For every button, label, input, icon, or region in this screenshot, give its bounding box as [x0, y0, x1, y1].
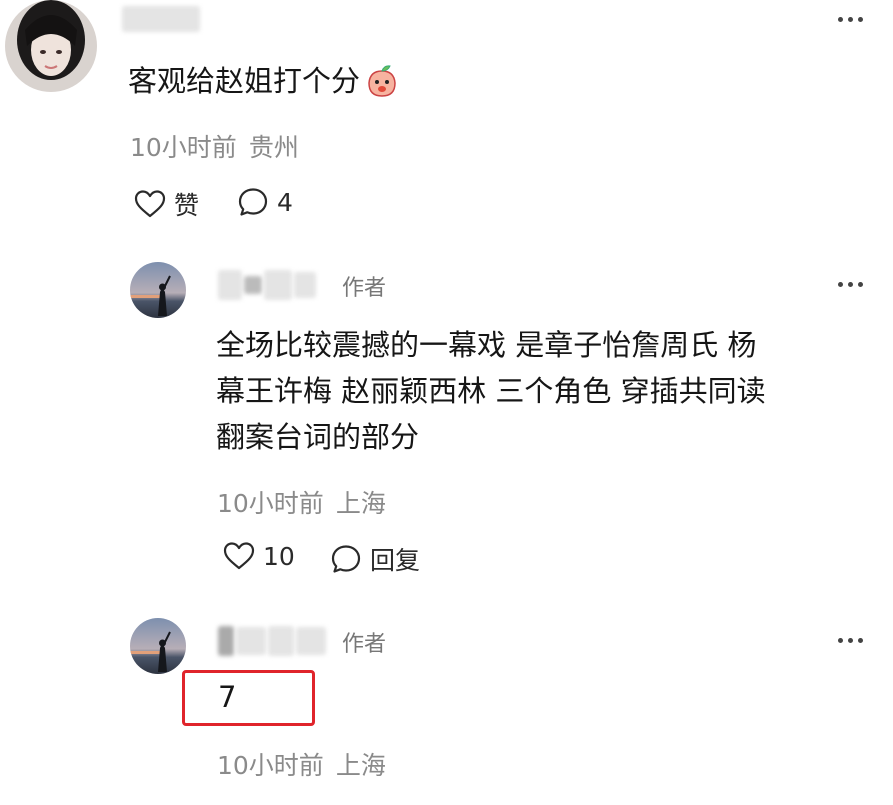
reply-label: 回复: [370, 546, 421, 575]
commenter-avatar[interactable]: [5, 0, 97, 92]
commenter-name-blurred[interactable]: [122, 6, 200, 32]
author-tag: 作者: [342, 632, 387, 657]
author-tag: 作者: [342, 276, 387, 301]
reply-location: 上海: [335, 489, 386, 518]
comment-text-content: 客观给赵姐打个分: [128, 64, 361, 98]
heart-icon: [223, 542, 255, 570]
peach-face-emoji-icon: [364, 63, 400, 99]
reply-location: 上海: [335, 751, 386, 780]
reply-text-line: 幕王许梅 赵丽颖西林 三个角色 穿插共同读: [216, 374, 766, 408]
reply-time: 10小时前: [217, 489, 324, 518]
author-avatar[interactable]: [130, 618, 186, 674]
reply-meta: 10小时前 上海: [217, 746, 386, 782]
like-button[interactable]: 赞: [134, 186, 199, 222]
more-options-icon[interactable]: [838, 17, 863, 22]
comment-bubble-icon: [331, 545, 361, 573]
like-label: 赞: [174, 191, 200, 220]
comment-bubble-icon: [238, 188, 268, 216]
reply-text: 7: [218, 680, 237, 714]
highlight-box: [182, 670, 315, 726]
comment-location: 贵州: [248, 133, 299, 162]
like-count: 10: [263, 541, 295, 571]
heart-icon: [134, 190, 166, 218]
reply-count: 4: [277, 187, 293, 217]
reply-text: 全场比较震撼的一幕戏 是章子怡詹周氏 杨 幕王许梅 赵丽颖西林 三个角色 穿插共…: [216, 322, 766, 460]
more-options-icon[interactable]: [838, 638, 863, 643]
reply-button[interactable]: 回复: [330, 541, 420, 577]
comment-meta: 10小时前 贵州: [130, 128, 299, 164]
author-avatar[interactable]: [130, 262, 186, 318]
reply-count-button[interactable]: 4: [237, 186, 293, 218]
reply-text-line: 全场比较震撼的一幕戏 是章子怡詹周氏 杨: [216, 328, 757, 362]
comment-time: 10小时前: [130, 133, 237, 162]
more-options-icon[interactable]: [838, 282, 863, 287]
reply-meta: 10小时前 上海: [217, 484, 386, 520]
reply-text-line: 翻案台词的部分: [216, 420, 420, 454]
like-button[interactable]: 10: [223, 541, 295, 571]
author-name-blurred[interactable]: [218, 270, 316, 300]
reply-time: 10小时前: [217, 751, 324, 780]
author-name-blurred[interactable]: [218, 626, 326, 656]
comment-text: 客观给赵姐打个分: [128, 58, 400, 104]
